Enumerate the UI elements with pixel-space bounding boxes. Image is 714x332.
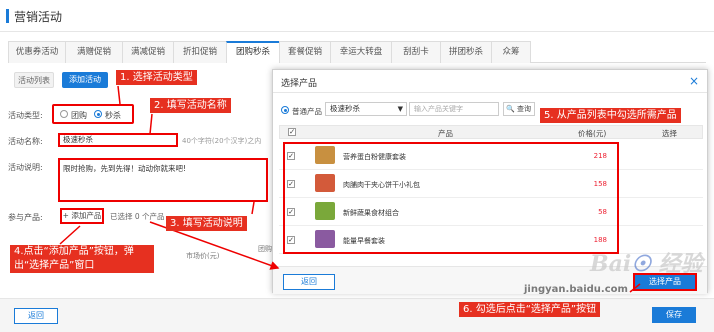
tab-gift[interactable]: 满赠促销 (65, 41, 123, 63)
annotation-step-2: 2. 填写活动名称 (150, 98, 231, 113)
tab-reduction[interactable]: 满减促销 (122, 41, 174, 63)
tab-scratch-card[interactable]: 刮刮卡 (391, 41, 441, 63)
bg-column-market-price: 市场价(元) (186, 252, 220, 260)
normal-product-label: 普通产品 (292, 107, 322, 116)
select-all-checkbox[interactable]: ✓ (288, 128, 296, 136)
search-button-label: 查询 (516, 105, 531, 113)
product-table-header: ✓ 产品 价格(元) 选择 (279, 125, 703, 139)
promotion-tabs: 优惠券活动 满赠促销 满减促销 折扣促销 团购秒杀 套餐促销 幸运大转盘 刮刮卡… (8, 41, 706, 63)
normal-product-radio[interactable] (281, 106, 289, 114)
annotation-step-5: 5. 从产品列表中勾选所需产品 (540, 108, 681, 123)
tab-groupbuy-seckill[interactable]: 团购秒杀 (226, 41, 280, 63)
save-button[interactable]: 保存 (652, 307, 696, 323)
activity-name-label: 活动名称: (8, 137, 43, 146)
caret-down-icon: ▼ (397, 105, 403, 113)
activity-select-value: 极速秒杀 (330, 104, 360, 113)
back-button[interactable]: 返回 (14, 308, 58, 324)
annotation-step-6: 6. 勾选后点击“选择产品”按钮 (459, 302, 601, 317)
add-activity-button[interactable]: 添加活动 (62, 72, 108, 88)
tab-package[interactable]: 套餐促销 (279, 41, 331, 63)
activity-desc-label: 活动说明: (8, 163, 43, 172)
baidu-jingyan-logo: Bai☉ 经验 (590, 251, 703, 277)
modal-divider (273, 92, 707, 93)
activity-list-button[interactable]: 活动列表 (14, 72, 54, 88)
arrow-anno-2 (149, 113, 153, 135)
page-title: 营销活动 (14, 10, 63, 24)
search-icon: 🔍 (506, 105, 515, 113)
watermark-url: jingyan.baidu.com (524, 284, 628, 295)
activity-name-hint: 40个字符(20个汉字)之内 (182, 137, 262, 145)
column-product: 产品 (438, 129, 453, 138)
bg-column-groupbuy: 团购 (258, 245, 272, 253)
annotation-step-1: 1. 选择活动类型 (116, 70, 197, 85)
radio-seckill[interactable] (94, 110, 102, 118)
column-select: 选择 (662, 129, 677, 138)
activity-type-label: 活动类型: (8, 111, 43, 120)
tab-lucky-wheel[interactable]: 幸运大转盘 (330, 41, 392, 63)
tab-coupon[interactable]: 优惠券活动 (8, 41, 66, 63)
page-header: 营销活动 (0, 0, 714, 32)
products-label: 参与产品: (8, 213, 43, 222)
title-accent-bar (6, 9, 9, 23)
page-footer: 返回 (0, 298, 714, 332)
activity-select[interactable]: 极速秒杀 ▼ (325, 102, 407, 116)
product-search-input[interactable]: 输入产品关键字 (409, 102, 499, 116)
annotation-step-4: 4.点击“添加产品”按钮，弹出“选择产品”窗口 (10, 245, 154, 273)
arrow-anno-4 (59, 225, 81, 245)
activity-name-input[interactable]: 极速秒杀 (58, 133, 178, 147)
modal-back-button[interactable]: 返回 (283, 274, 335, 290)
search-button[interactable]: 🔍 查询 (503, 102, 535, 116)
arrow-anno-1 (117, 85, 121, 105)
add-product-button[interactable]: + 添加产品 (60, 208, 104, 224)
radio-groupbuy-label: 团购 (71, 111, 87, 120)
annotation-step-3: 3. 填写活动说明 (166, 216, 247, 231)
tab-discount[interactable]: 折扣促销 (173, 41, 227, 63)
column-price: 价格(元) (578, 129, 607, 138)
modal-title: 选择产品 (281, 79, 318, 89)
selected-count: 已选择 0 个产品 (110, 212, 165, 221)
radio-groupbuy[interactable] (60, 110, 68, 118)
tab-crowdfunding[interactable]: 众筹 (491, 41, 531, 63)
selected-rows-highlight (283, 142, 619, 254)
activity-desc-textarea[interactable]: 限时抢购，先到先得！动动你就来吧! (58, 158, 268, 202)
close-icon[interactable]: × (689, 74, 699, 88)
activity-type-radio-group: 团购 秒杀 (52, 104, 134, 124)
arrow-anno-3 (251, 201, 255, 215)
tab-group-seckill[interactable]: 拼团秒杀 (440, 41, 492, 63)
radio-seckill-label: 秒杀 (105, 111, 121, 120)
